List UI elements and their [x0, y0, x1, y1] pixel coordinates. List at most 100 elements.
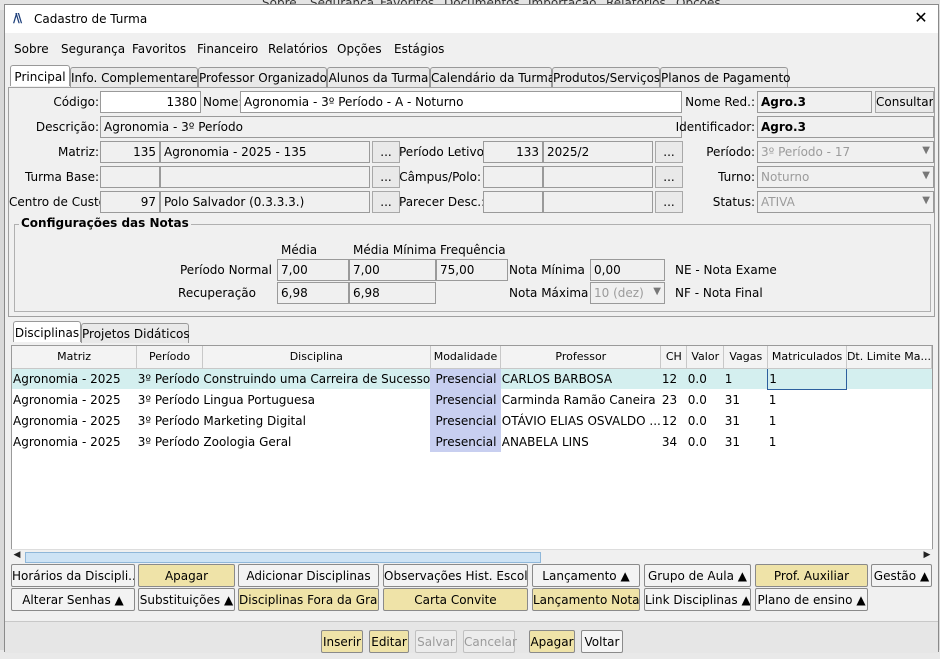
centro-custo-code-field[interactable]: 97: [100, 191, 160, 213]
table-row[interactable]: Agronomia - 2025 3º Período Zoologia Ger…: [12, 431, 932, 452]
link-disciplinas-menu-button[interactable]: Link Disciplinas ▲: [644, 588, 751, 611]
nota-maxima-select[interactable]: 10 (dez) ▼: [590, 282, 665, 304]
carta-convite-button[interactable]: Carta Convite: [383, 588, 528, 611]
scroll-right-icon[interactable]: ▶: [921, 550, 933, 560]
col-matriz[interactable]: Matriz: [12, 346, 138, 369]
table-row[interactable]: Agronomia - 2025 3º Período Lingua Portu…: [12, 389, 932, 410]
campus-name-field[interactable]: [543, 166, 653, 188]
cell-matriz: Agronomia - 2025: [13, 392, 121, 407]
pn-frequencia-field[interactable]: 75,00: [436, 259, 508, 281]
cell-disciplina: Zoologia Geral: [203, 434, 292, 449]
turno-select[interactable]: Noturno ▼: [757, 166, 934, 188]
grupo-de-aula-menu-button[interactable]: Grupo de Aula ▲: [644, 564, 751, 587]
alterar-senhas-menu-button[interactable]: Alterar Senhas ▲: [11, 588, 135, 611]
consultar-button[interactable]: Consultar: [875, 91, 934, 113]
nf-legend: NF - Nota Final: [675, 286, 763, 300]
plano-de-ensino-menu-button[interactable]: Plano de ensino ▲: [755, 588, 868, 611]
lancamento-menu-button[interactable]: Lançamento ▲: [532, 564, 640, 587]
col-matriculados[interactable]: Matriculados: [767, 346, 847, 369]
centro-custo-lookup-button[interactable]: ...: [372, 191, 400, 213]
periodo-letivo-lookup-button[interactable]: ...: [655, 141, 683, 163]
cell-matriculados-editor[interactable]: 1: [767, 367, 847, 390]
lancamento-notas-button[interactable]: Lançamento Notas: [532, 588, 640, 611]
periodo-letivo-field[interactable]: 2025/2: [543, 141, 653, 163]
col-modalidade[interactable]: Modalidade: [430, 346, 502, 369]
tab-principal[interactable]: Principal: [10, 65, 70, 86]
menu-opcoes[interactable]: Opções: [337, 42, 382, 56]
prof-auxiliar-button[interactable]: Prof. Auxiliar: [755, 564, 868, 587]
rec-media-field[interactable]: 6,98: [277, 282, 349, 304]
tab-alunos-turma[interactable]: Alunos da Turma: [327, 67, 430, 87]
cell-valor: 0.0: [686, 368, 724, 389]
col-ch[interactable]: CH: [660, 346, 688, 369]
rec-media-minima-field[interactable]: 6,98: [349, 282, 436, 304]
voltar-button[interactable]: Voltar: [581, 630, 623, 653]
substituicoes-menu-button[interactable]: Substituições ▲: [138, 588, 235, 611]
menu-estagios[interactable]: Estágios: [394, 42, 444, 56]
codigo-field[interactable]: 1380: [100, 91, 201, 113]
media-header: Média: [281, 243, 318, 257]
menu-sobre[interactable]: Sobre: [14, 42, 49, 56]
turma-base-code-field[interactable]: [100, 166, 160, 188]
gestao-menu-button[interactable]: Gestão ▲: [871, 564, 932, 587]
campus-code-field[interactable]: [483, 166, 543, 188]
tab-disciplinas[interactable]: Disciplinas: [13, 321, 81, 342]
periodo-select[interactable]: 3º Período - 17 ▼: [757, 141, 934, 163]
menu-relatorios[interactable]: Relatórios: [268, 42, 328, 56]
col-professor[interactable]: Professor: [500, 346, 662, 369]
col-periodo[interactable]: Período: [136, 346, 203, 369]
turma-base-lookup-button[interactable]: ...: [372, 166, 400, 188]
editar-button[interactable]: Editar: [369, 630, 409, 653]
adicionar-disciplinas-button[interactable]: Adicionar Disciplinas: [238, 564, 379, 587]
inserir-button[interactable]: Inserir: [321, 630, 363, 653]
menu-favoritos[interactable]: Favoritos: [132, 42, 186, 56]
tab-planos-pagamento[interactable]: Planos de Pagamento: [660, 67, 791, 87]
scroll-left-icon[interactable]: ◀: [11, 550, 23, 560]
menu-financeiro[interactable]: Financeiro: [197, 42, 258, 56]
apagar-disciplina-button[interactable]: Apagar: [138, 564, 235, 587]
identificador-field[interactable]: Agro.3: [757, 116, 934, 138]
nota-minima-field[interactable]: 0,00: [590, 259, 665, 281]
tab-projetos-didaticos[interactable]: Projetos Didáticos: [81, 323, 190, 343]
horizontal-scrollbar[interactable]: ◀ ▶: [11, 549, 933, 563]
cancelar-button[interactable]: Cancelar: [463, 630, 517, 653]
observacoes-hist-escolar-button[interactable]: Observações Hist. Escolar: [383, 564, 528, 587]
turma-base-name-field[interactable]: [160, 166, 370, 188]
menu-seguranca[interactable]: Segurança: [61, 42, 125, 56]
col-valor[interactable]: Valor: [686, 346, 725, 369]
parecer-name-field[interactable]: [543, 191, 653, 213]
horarios-disciplina-button[interactable]: Horários da Discipli...: [11, 564, 135, 587]
periodo-letivo-code-field[interactable]: 133: [483, 141, 543, 163]
apagar-button[interactable]: Apagar: [529, 630, 575, 653]
col-disciplina[interactable]: Disciplina: [202, 346, 431, 369]
status-select[interactable]: ATIVA ▼: [757, 191, 934, 213]
nome-red-label: Nome Red.:: [685, 95, 755, 109]
col-vagas[interactable]: Vagas: [723, 346, 769, 369]
campus-lookup-button[interactable]: ...: [655, 166, 683, 188]
nome-field[interactable]: Agronomia - 3º Período - A - Noturno: [240, 91, 682, 113]
pn-media-minima-field[interactable]: 7,00: [349, 259, 436, 281]
parecer-label: Parecer Desc.:: [399, 195, 486, 209]
close-icon[interactable]: ✕: [910, 8, 932, 27]
tab-professor-organizador[interactable]: Professor Organizador: [198, 67, 332, 87]
cell-periodo: 3º Período: [137, 392, 200, 407]
table-row[interactable]: Agronomia - 2025 3º Período Marketing Di…: [12, 410, 932, 431]
col-dt-limite[interactable]: Dt. Limite Ma...: [846, 346, 932, 369]
disciplinas-fora-grade-button[interactable]: Disciplinas Fora da Grade: [238, 588, 379, 611]
matriz-code-field[interactable]: 135: [100, 141, 160, 163]
tab-calendario-turma[interactable]: Calendário da Turma: [430, 67, 555, 87]
pn-media-field[interactable]: 7,00: [277, 259, 349, 281]
principal-panel: Código: 1380 Nome: Agronomia - 3º Períod…: [8, 87, 935, 317]
parecer-lookup-button[interactable]: ...: [655, 191, 683, 213]
matriz-name-field[interactable]: Agronomia - 2025 - 135: [160, 141, 370, 163]
centro-custo-name-field[interactable]: Polo Salvador (0.3.3.3.): [160, 191, 370, 213]
parecer-code-field[interactable]: [483, 191, 543, 213]
descricao-field[interactable]: Agronomia - 3º Período: [100, 116, 682, 138]
matriz-lookup-button[interactable]: ...: [372, 141, 400, 163]
nome-red-field[interactable]: Agro.3: [757, 91, 872, 113]
scrollbar-thumb[interactable]: [25, 552, 541, 563]
salvar-button[interactable]: Salvar: [415, 630, 457, 653]
table-row[interactable]: Agronomia - 2025 3º Período Construindo …: [12, 367, 932, 390]
tab-info-complementares[interactable]: Info. Complementares: [70, 67, 204, 87]
tab-produtos-servicos[interactable]: Produtos/Serviços: [552, 67, 660, 87]
